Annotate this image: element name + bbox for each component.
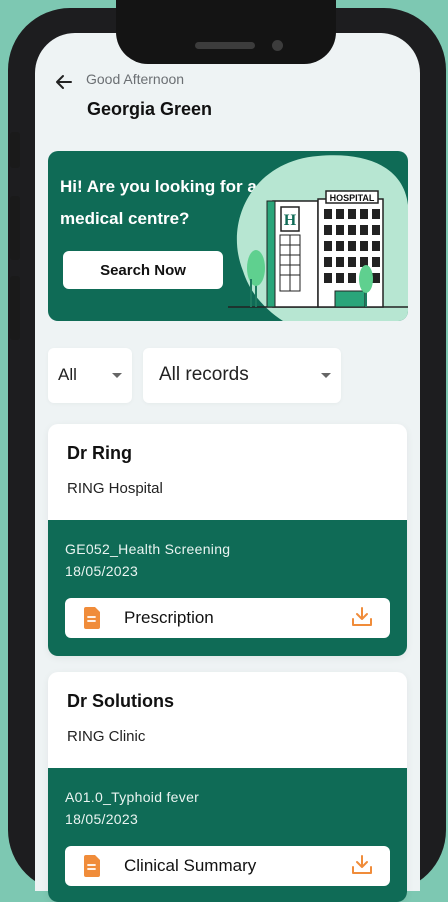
- doctor-name: Dr Ring: [67, 443, 132, 463]
- document-icon: [84, 855, 100, 877]
- speaker-grille: [195, 42, 255, 49]
- diagnosis-info: GE052_Health Screening 18/05/2023: [65, 538, 230, 582]
- diagnosis-code: GE052_Health Screening: [65, 541, 231, 557]
- arrow-left-icon[interactable]: [54, 72, 74, 92]
- mute-switch: [10, 132, 20, 168]
- records-filter-select[interactable]: All records: [143, 348, 341, 403]
- record-card[interactable]: Dr Ring RING Hospital GE052_Health Scree…: [48, 424, 407, 656]
- volume-up-button: [10, 196, 20, 260]
- diagnosis-code: A01.0_Typhoid fever: [65, 789, 200, 805]
- records-filter-value: All records: [159, 364, 249, 385]
- facility-name: RING Hospital: [67, 480, 163, 497]
- download-icon[interactable]: [351, 854, 373, 876]
- document-label: Prescription: [124, 608, 214, 627]
- search-now-button[interactable]: Search Now: [63, 251, 223, 289]
- record-details: GE052_Health Screening 18/05/2023 Prescr…: [48, 520, 407, 656]
- volume-down-button: [10, 276, 20, 340]
- type-filter-select[interactable]: All: [48, 348, 132, 403]
- document-label: Clinical Summary: [124, 856, 257, 875]
- record-details: A01.0_Typhoid fever 18/05/2023 Clinical …: [48, 768, 407, 902]
- notch: [116, 0, 336, 64]
- hospital-sign: HOSPITAL: [330, 193, 375, 203]
- front-camera: [272, 40, 283, 51]
- diagnosis-info: A01.0_Typhoid fever 18/05/2023: [65, 786, 199, 830]
- record-card[interactable]: Dr Solutions RING Clinic A01.0_Typhoid f…: [48, 672, 407, 902]
- chevron-down-icon: [112, 373, 122, 378]
- document-row[interactable]: Prescription: [65, 598, 390, 638]
- record-date: 18/05/2023: [65, 563, 139, 579]
- record-date: 18/05/2023: [65, 811, 139, 827]
- chevron-down-icon: [321, 373, 331, 378]
- facility-name: RING Clinic: [67, 728, 146, 745]
- hospital-illustration: H HOSPITAL: [228, 155, 408, 321]
- document-icon: [84, 607, 100, 629]
- hospital-letter: H: [284, 212, 297, 229]
- download-icon[interactable]: [351, 606, 373, 628]
- type-filter-value: All: [58, 365, 77, 384]
- search-banner: Hi! Are you looking for a medical centre…: [48, 151, 408, 321]
- doctor-name: Dr Solutions: [67, 691, 174, 711]
- document-row[interactable]: Clinical Summary: [65, 846, 390, 886]
- greeting-text: Good Afternoon: [86, 71, 185, 87]
- user-name: Georgia Green: [87, 99, 213, 119]
